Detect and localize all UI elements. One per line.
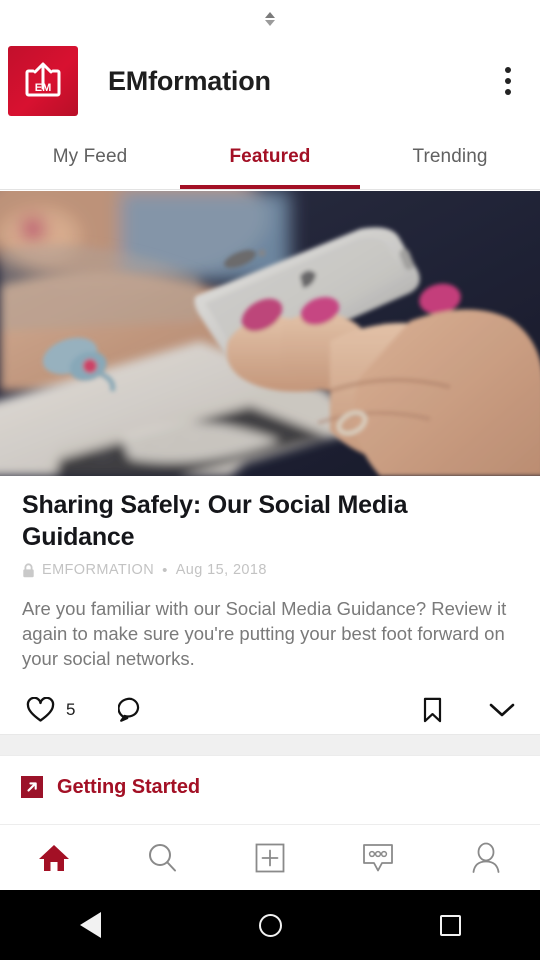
chevron-down-icon bbox=[489, 703, 515, 717]
diagonal-arrow-icon bbox=[27, 782, 37, 792]
dot bbox=[505, 78, 511, 84]
triangle-down-icon bbox=[265, 20, 275, 26]
article-excerpt: Are you familiar with our Social Media G… bbox=[22, 598, 507, 669]
scroll-position-indicator[interactable] bbox=[0, 8, 540, 30]
article-hero-image[interactable] bbox=[0, 191, 540, 476]
system-back-button[interactable] bbox=[0, 890, 180, 960]
tab-my-feed[interactable]: My Feed bbox=[0, 124, 180, 189]
article-action-bar: 5 bbox=[0, 681, 540, 739]
circle-home-icon bbox=[258, 913, 282, 937]
more-vertical-icon[interactable] bbox=[488, 57, 528, 105]
article-title: Sharing Safely: Our Social Media Guidanc… bbox=[22, 491, 408, 551]
comment-bubble-icon bbox=[118, 697, 140, 722]
bookmark-icon bbox=[423, 697, 442, 723]
tab-featured[interactable]: Featured bbox=[180, 124, 360, 189]
tab-trending[interactable]: Trending bbox=[360, 124, 540, 189]
like-count: 5 bbox=[66, 700, 76, 719]
system-home-button[interactable] bbox=[180, 890, 360, 960]
getting-started-link[interactable]: Getting Started bbox=[0, 756, 540, 818]
article-date: Aug 15, 2018 bbox=[175, 562, 267, 578]
upload-box-icon: EM bbox=[25, 62, 61, 97]
system-recents-button[interactable] bbox=[360, 890, 540, 960]
page-title: EMformation bbox=[108, 65, 271, 96]
home-icon bbox=[39, 844, 69, 871]
logo-text: EM bbox=[35, 82, 52, 94]
person-icon bbox=[472, 842, 500, 873]
dot bbox=[505, 67, 511, 73]
plus-box-icon bbox=[255, 843, 285, 872]
heart-icon bbox=[26, 697, 55, 722]
article-card[interactable]: Sharing Safely: Our Social Media Guidanc… bbox=[0, 476, 540, 739]
app-header: EM EMformation bbox=[0, 38, 540, 124]
tab-label: My Feed bbox=[52, 145, 128, 167]
article-meta: EMFORMATION • Aug 15, 2018 bbox=[0, 553, 540, 578]
app-logo[interactable]: EM bbox=[8, 46, 78, 116]
comment-button[interactable] bbox=[118, 697, 145, 724]
section-divider bbox=[0, 734, 540, 756]
nav-item-profile[interactable] bbox=[432, 825, 540, 890]
like-button[interactable]: 5 bbox=[26, 697, 75, 723]
tab-label: Featured bbox=[229, 145, 311, 167]
triangle-back-icon bbox=[79, 912, 101, 938]
nav-item-home[interactable] bbox=[0, 825, 108, 890]
app-screen: EM EMformation My Feed Featured Trending bbox=[0, 0, 540, 960]
triangle-up-icon bbox=[265, 12, 275, 18]
lock-icon bbox=[23, 562, 34, 577]
bookmark-button[interactable] bbox=[422, 697, 443, 724]
dot bbox=[505, 89, 511, 95]
android-system-bar bbox=[0, 890, 540, 960]
nav-item-search[interactable] bbox=[108, 825, 216, 890]
square-recents-icon bbox=[439, 914, 461, 936]
tab-bar: My Feed Featured Trending bbox=[0, 124, 540, 190]
meta-separator: • bbox=[162, 561, 168, 579]
message-dots-icon bbox=[363, 843, 393, 871]
bottom-navigation bbox=[0, 824, 540, 890]
expand-button[interactable] bbox=[488, 701, 516, 719]
external-link-icon bbox=[21, 776, 43, 798]
article-source: EMFORMATION bbox=[42, 562, 155, 578]
nav-item-create[interactable] bbox=[216, 825, 324, 890]
search-icon bbox=[149, 843, 176, 871]
section-label: Getting Started bbox=[57, 775, 200, 798]
hero-photo bbox=[0, 191, 540, 476]
scroll-arrows bbox=[265, 12, 275, 26]
tab-label: Trending bbox=[412, 145, 488, 167]
nav-item-messages[interactable] bbox=[324, 825, 432, 890]
